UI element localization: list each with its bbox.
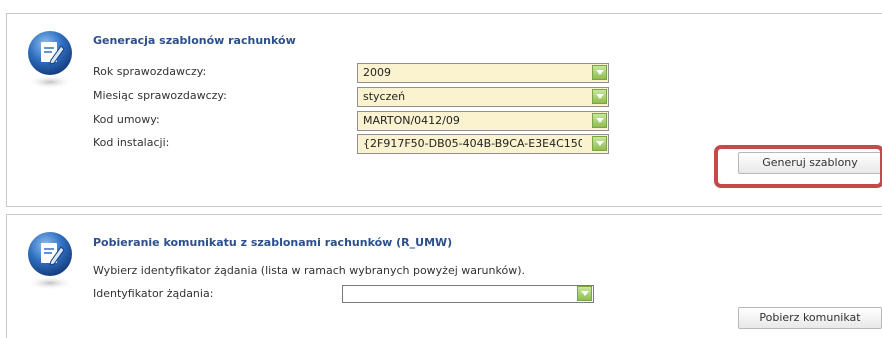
panel-title: Generacja szablonów rachunków xyxy=(93,34,296,47)
chevron-down-icon[interactable] xyxy=(592,65,607,80)
download-message-panel: Pobieranie komunikatu z szablonami rachu… xyxy=(6,214,882,338)
identyfikator-label: Identyfikator żądania: xyxy=(93,287,214,300)
identyfikator-row: Identyfikator żądania: xyxy=(93,284,213,304)
miesiac-select[interactable]: styczeń xyxy=(357,87,609,107)
edit-document-icon xyxy=(26,31,74,89)
rok-row: Rok sprawozdawczy: xyxy=(93,62,206,82)
kod-instalacji-value: {2F917F50-DB05-404B-B9CA-E3E4C150 xyxy=(363,137,582,150)
panel-title: Pobieranie komunikatu z szablonami rachu… xyxy=(93,236,453,249)
rok-value: 2009 xyxy=(363,66,391,79)
download-message-button[interactable]: Pobierz komunikat xyxy=(738,307,882,329)
chevron-down-icon[interactable] xyxy=(592,113,607,128)
kod-instalacji-select[interactable]: {2F917F50-DB05-404B-B9CA-E3E4C150 xyxy=(357,134,609,154)
kod-umowy-value: MARTON/0412/09 xyxy=(363,114,460,127)
edit-document-icon xyxy=(26,232,74,290)
highlight-frame xyxy=(714,145,882,188)
miesiac-row: Miesiąc sprawozdawczy: xyxy=(93,86,227,106)
page: Generacja szablonów rachunków Rok sprawo… xyxy=(0,0,882,338)
kod-instalacji-row: Kod instalacji: xyxy=(93,133,169,153)
kod-umowy-select[interactable]: MARTON/0412/09 xyxy=(357,111,609,131)
identyfikator-select[interactable] xyxy=(342,285,594,303)
miesiac-value: styczeń xyxy=(363,90,406,103)
miesiac-label: Miesiąc sprawozdawczy: xyxy=(93,89,227,102)
rok-label: Rok sprawozdawczy: xyxy=(93,65,207,78)
rok-select[interactable]: 2009 xyxy=(357,63,609,83)
chevron-down-icon[interactable] xyxy=(592,89,607,104)
chevron-down-icon[interactable] xyxy=(577,286,592,301)
kod-instalacji-label: Kod instalacji: xyxy=(93,136,170,149)
kod-umowy-label: Kod umowy: xyxy=(93,113,160,126)
description-row: Wybierz identyfikator żądania (lista w r… xyxy=(93,261,525,281)
kod-umowy-row: Kod umowy: xyxy=(93,110,160,130)
chevron-down-icon[interactable] xyxy=(592,136,607,151)
description-text: Wybierz identyfikator żądania (lista w r… xyxy=(93,264,525,277)
